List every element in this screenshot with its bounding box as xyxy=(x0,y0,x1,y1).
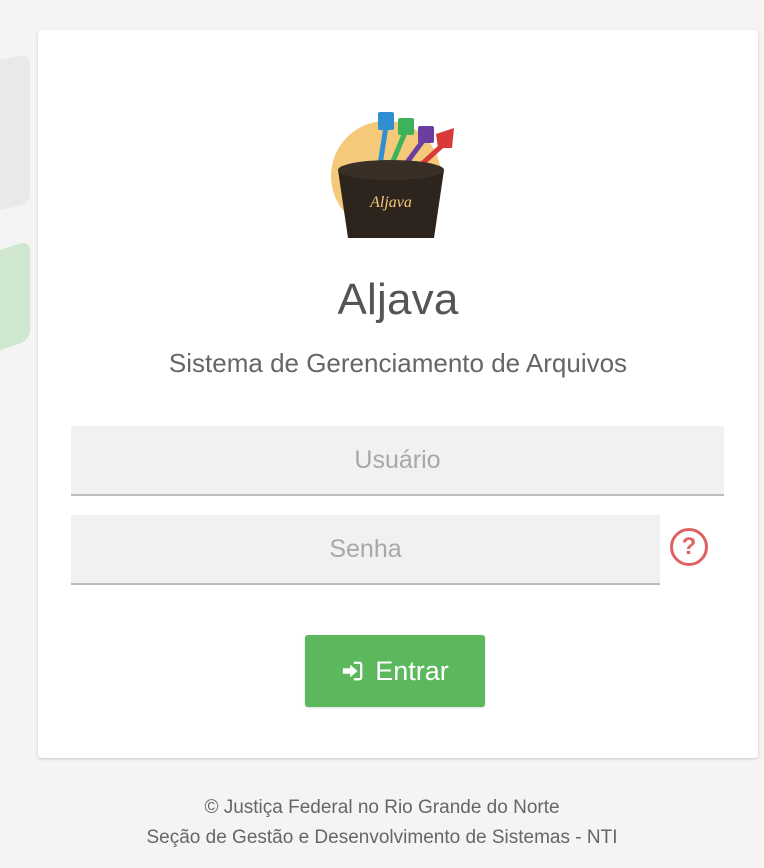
app-title: Aljava xyxy=(337,275,459,324)
footer-department: Seção de Gestão e Desenvolvimento de Sis… xyxy=(146,827,618,848)
help-icon-glyph: ? xyxy=(681,533,697,560)
login-button[interactable]: Entrar xyxy=(305,635,485,707)
background-shape xyxy=(0,53,30,217)
help-icon[interactable]: ? xyxy=(670,528,708,566)
login-button-label: Entrar xyxy=(375,655,449,686)
aljava-logo: Aljava xyxy=(328,98,468,238)
username-input[interactable] xyxy=(71,426,724,496)
password-input[interactable] xyxy=(71,515,660,585)
page-footer: © Justiça Federal no Rio Grande do Norte… xyxy=(0,793,764,853)
background-shape-green xyxy=(0,240,30,360)
footer-copyright: © Justiça Federal no Rio Grande do Norte xyxy=(204,797,560,818)
logo-text: Aljava xyxy=(369,194,412,211)
login-card: Aljava Aljava Sistema de Gerenciamento d… xyxy=(38,30,758,758)
sign-in-icon xyxy=(343,661,363,681)
app-subtitle: Sistema de Gerenciamento de Arquivos xyxy=(168,348,628,378)
